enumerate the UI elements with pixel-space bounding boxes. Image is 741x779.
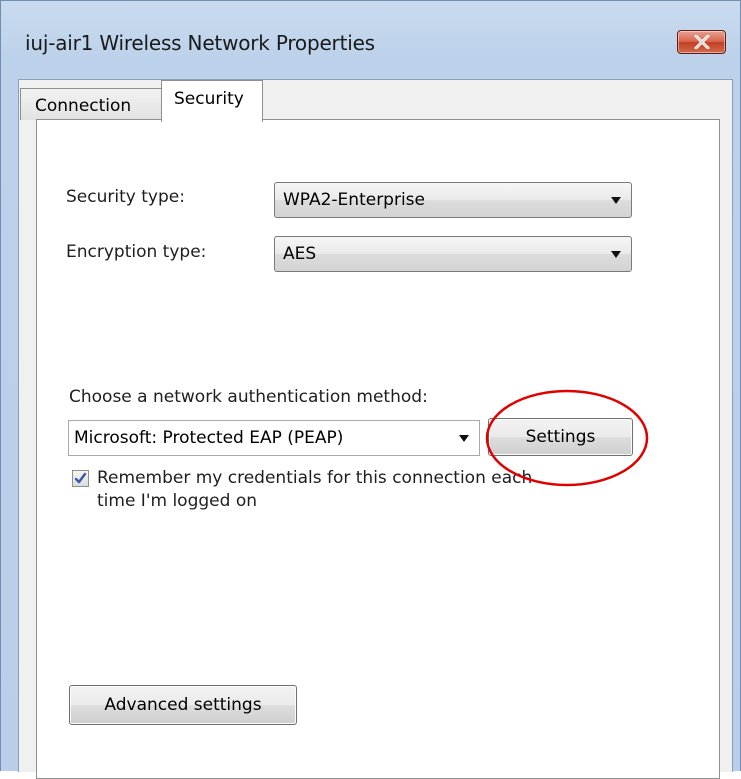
chevron-down-icon — [611, 251, 621, 258]
title-bar[interactable]: iuj-air1 Wireless Network Properties — [1, 1, 740, 79]
remember-credentials-checkbox[interactable] — [72, 470, 89, 487]
tab-security[interactable]: Security — [161, 80, 263, 122]
encryption-type-value: AES — [283, 244, 317, 264]
tab-security-label: Security — [174, 89, 244, 109]
close-button[interactable] — [677, 30, 726, 54]
chevron-down-icon — [611, 197, 621, 204]
remember-credentials-label-line1[interactable]: Remember my credentials for this connect… — [97, 468, 532, 488]
encryption-type-label: Encryption type: — [66, 242, 207, 262]
window-title: iuj-air1 Wireless Network Properties — [25, 31, 375, 55]
checkmark-icon — [74, 472, 87, 484]
dialog-window: iuj-air1 Wireless Network Properties Con… — [0, 0, 741, 779]
tab-connection-label: Connection — [35, 96, 132, 116]
settings-button[interactable]: Settings — [488, 418, 633, 456]
auth-method-label: Choose a network authentication method: — [69, 387, 428, 407]
chevron-down-icon — [459, 435, 469, 442]
security-type-value: WPA2-Enterprise — [283, 190, 426, 210]
remember-credentials-label-line2[interactable]: time I'm logged on — [97, 491, 257, 511]
security-type-dropdown[interactable]: WPA2-Enterprise — [274, 182, 632, 218]
encryption-type-dropdown[interactable]: AES — [274, 236, 632, 272]
security-type-label: Security type: — [66, 187, 185, 207]
tab-connection[interactable]: Connection — [20, 88, 163, 120]
advanced-settings-button[interactable]: Advanced settings — [69, 685, 297, 725]
close-icon — [694, 35, 710, 49]
auth-method-dropdown[interactable]: Microsoft: Protected EAP (PEAP) — [68, 420, 480, 456]
auth-method-value: Microsoft: Protected EAP (PEAP) — [74, 428, 344, 448]
